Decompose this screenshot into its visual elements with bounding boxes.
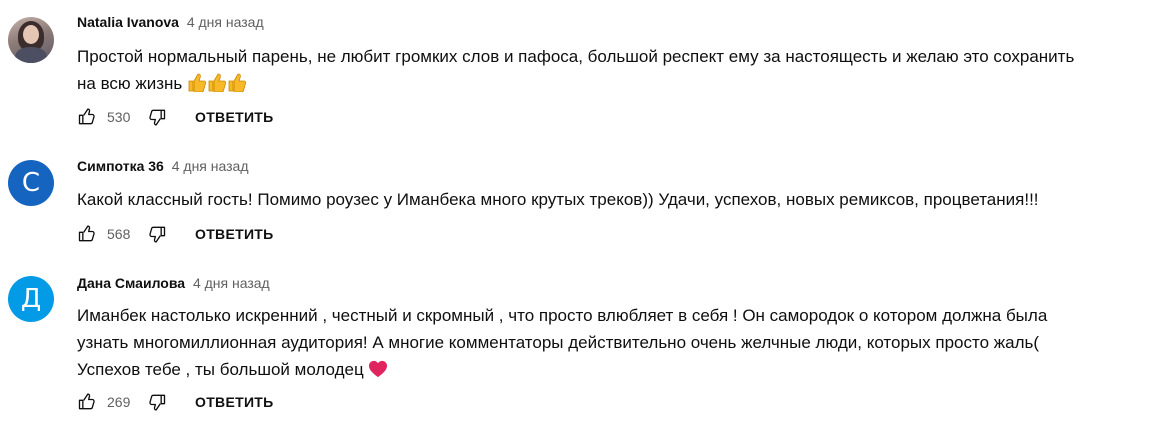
thumbs-down-outline-icon: [149, 109, 166, 126]
comment-time[interactable]: 4 дня назад: [193, 275, 270, 291]
thumbs-down-outline-icon: [149, 226, 166, 243]
like-count: 568: [107, 226, 131, 242]
comment-text: Какой классный гость! Помимо роузес у Им…: [77, 186, 1039, 213]
comment-text: Простой нормальный парень, не любит гром…: [77, 43, 1074, 100]
thumbs-up-outline-icon: [78, 108, 95, 125]
like-button[interactable]: [77, 224, 97, 244]
thumbs-up-outline-icon: [78, 393, 95, 410]
comment-line: Простой нормальный парень, не любит гром…: [77, 47, 1075, 66]
like-button[interactable]: [77, 107, 97, 127]
avatar-letter: Д: [20, 284, 42, 314]
comment-line: на всю жизнь: [77, 74, 183, 93]
avatar-letter: С: [21, 168, 41, 198]
comment-author[interactable]: Симпотка 36: [77, 158, 164, 174]
heart-emoji-icon: [368, 359, 388, 386]
reply-button[interactable]: ОТВЕТИТЬ: [195, 109, 274, 125]
comment-actions: 568 ОТВЕТИТЬ: [77, 222, 274, 246]
comment-line: Иманбек настолько искренний , честный и …: [77, 306, 1048, 325]
comment-text: Иманбек настолько искренний , честный и …: [77, 302, 1047, 386]
comment-header: Дана Смаилова 4 дня назад: [77, 275, 270, 291]
comment-actions: 530 ОТВЕТИТЬ: [77, 105, 274, 129]
comment-time[interactable]: 4 дня назад: [187, 14, 264, 30]
comment-line: узнать многомиллионная аудитория! А мног…: [77, 333, 1040, 352]
dislike-button[interactable]: [147, 224, 167, 244]
like-count: 530: [107, 109, 131, 125]
like-button[interactable]: [77, 392, 97, 412]
avatar[interactable]: Д: [8, 276, 54, 322]
comment-author[interactable]: Natalia Ivanova: [77, 14, 179, 30]
reply-button[interactable]: ОТВЕТИТЬ: [195, 226, 274, 242]
dislike-button[interactable]: [147, 392, 167, 412]
dislike-button[interactable]: [147, 107, 167, 127]
comment-actions: 269 ОТВЕТИТЬ: [77, 390, 274, 414]
comment-header: Natalia Ivanova 4 дня назад: [77, 14, 264, 30]
comment-author[interactable]: Дана Смаилова: [77, 275, 185, 291]
comment-line: Успехов тебе , ты большой молодец: [77, 360, 364, 379]
thumbs-up-outline-icon: [78, 225, 95, 242]
avatar[interactable]: [8, 17, 54, 63]
thumbs-up-emoji-icon: [187, 72, 247, 100]
comment-line: Какой классный гость! Помимо роузес у Им…: [77, 190, 1039, 209]
reply-button[interactable]: ОТВЕТИТЬ: [195, 394, 274, 410]
like-count: 269: [107, 394, 131, 410]
thumbs-down-outline-icon: [149, 394, 166, 411]
comment-header: Симпотка 36 4 дня назад: [77, 158, 249, 174]
comment-time[interactable]: 4 дня назад: [172, 158, 249, 174]
avatar[interactable]: С: [8, 160, 54, 206]
